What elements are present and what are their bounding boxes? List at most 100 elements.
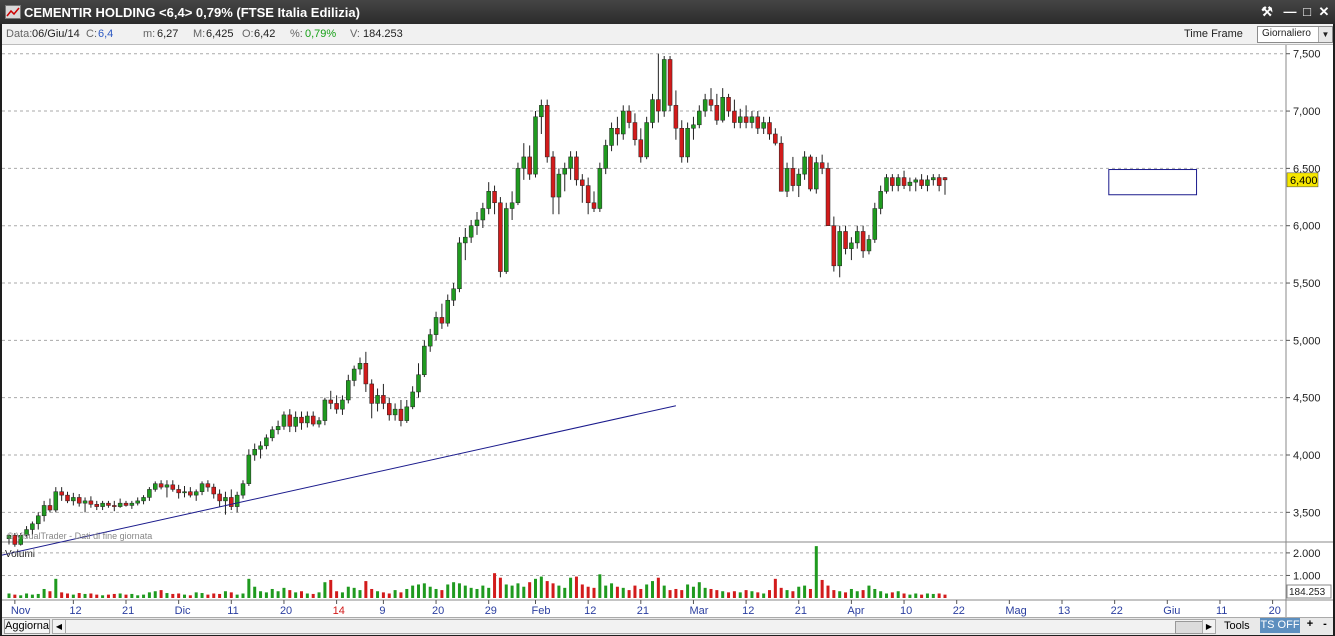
price-volume-chart[interactable]: 3,5004,0004,5005,0005,5006,0006,5007,000… xyxy=(2,45,1333,619)
window-title: CEMENTIR HOLDING <6,4> 0,79% (FTSE Itali… xyxy=(24,5,360,20)
candle-body xyxy=(574,156,579,181)
candle-body xyxy=(814,162,819,190)
volume-bar xyxy=(241,593,245,598)
candle-body xyxy=(404,406,410,421)
candle-body xyxy=(193,491,199,496)
candle-body xyxy=(726,97,731,112)
candle-body xyxy=(872,208,878,240)
candle-body xyxy=(322,399,328,421)
time-tick-label: 10 xyxy=(900,605,912,617)
candle-body xyxy=(527,156,532,175)
volume-bar xyxy=(914,593,918,598)
volume-bar xyxy=(112,593,116,598)
scroll-right-icon[interactable]: ▶ xyxy=(1202,620,1215,633)
volume-bar xyxy=(797,586,801,598)
candle-body xyxy=(381,395,386,404)
candle-body xyxy=(182,491,187,494)
volume-bar xyxy=(814,546,818,598)
volume-bar xyxy=(399,592,403,598)
candle-body xyxy=(521,156,527,169)
volume-bar xyxy=(335,591,339,598)
volume-bar xyxy=(645,584,649,598)
volume-bar xyxy=(931,593,935,598)
volume-bar xyxy=(703,587,707,598)
time-tick-label: Giu xyxy=(1163,605,1180,617)
time-tick-label: 20 xyxy=(432,605,444,617)
time-tick-label: 21 xyxy=(637,605,649,617)
volume-bar xyxy=(30,594,34,598)
volume-bar xyxy=(194,592,198,598)
scroll-left-icon[interactable]: ◀ xyxy=(53,620,66,633)
volume-tick-label: 2.000 xyxy=(1293,548,1321,560)
time-tick-label: 29 xyxy=(485,605,497,617)
candle-body xyxy=(568,156,573,169)
volume-bar xyxy=(902,593,906,598)
close-icon[interactable]: ✕ xyxy=(1316,4,1332,20)
volume-bar xyxy=(697,582,701,598)
volume-bar xyxy=(674,588,678,598)
candle-body xyxy=(626,110,632,123)
volume-bar xyxy=(668,590,672,598)
volume-bar xyxy=(469,587,473,598)
price-tick-label: 4,500 xyxy=(1293,393,1321,405)
chart-area[interactable]: 3,500 4,000 4,500 5,000 5,500 6,000 6,500 7,000… xyxy=(2,45,1333,619)
candle-body xyxy=(445,299,450,324)
volume-bar xyxy=(42,588,46,598)
candle-body xyxy=(656,99,661,112)
volume-bar xyxy=(539,576,543,598)
time-tick-label: 14 xyxy=(333,605,345,617)
tools-button[interactable]: Tools xyxy=(1224,620,1250,632)
candle-body xyxy=(621,110,626,135)
candle-body xyxy=(714,105,720,121)
volume-tick-label: 1.000 xyxy=(1293,570,1321,582)
candle-body xyxy=(240,483,246,496)
scroll-thumb[interactable] xyxy=(1175,621,1203,634)
volume-bar xyxy=(721,591,725,598)
zoom-out-button[interactable]: - xyxy=(1319,618,1331,630)
volume-bar xyxy=(188,595,192,598)
volume-bar xyxy=(142,594,146,598)
horizontal-scrollbar[interactable]: ◀ ▶ xyxy=(52,619,1216,634)
candle-body xyxy=(591,202,597,209)
volume-bar xyxy=(463,585,467,598)
chevron-down-icon[interactable]: ▼ xyxy=(1318,27,1332,42)
candle-body xyxy=(392,408,398,416)
date-label: Data: xyxy=(6,28,33,40)
candle-body xyxy=(123,502,129,506)
candle-body xyxy=(398,408,404,421)
volume-bar xyxy=(235,594,239,598)
volume-bar xyxy=(159,590,163,598)
volume-bar xyxy=(346,586,350,598)
candle-body xyxy=(609,128,614,146)
volume-bar xyxy=(276,591,280,598)
candle-body xyxy=(47,505,53,511)
volume-bar xyxy=(311,593,315,598)
volume-bar xyxy=(896,591,900,598)
candle-body xyxy=(732,110,737,123)
candle-body xyxy=(439,317,445,324)
price-grid xyxy=(2,45,1333,619)
candle-body xyxy=(281,414,287,427)
candle-body xyxy=(755,116,761,129)
volume-bar xyxy=(481,585,485,598)
volume-bar xyxy=(387,593,391,598)
volume-bar xyxy=(621,587,625,598)
time-axis: Nov 12 21 Dic 11 20 14 9 20 29 Feb 12 21 Mar 12 21 Apr 10… xyxy=(11,600,1281,617)
price-tick-label: 6,000 xyxy=(1293,221,1321,233)
candle-body xyxy=(94,504,99,507)
maximize-icon[interactable]: □ xyxy=(1299,4,1315,20)
candle-body xyxy=(942,177,948,181)
bottom-bar: Aggiorna ◀ ▶ Tools TS OFF + - xyxy=(2,617,1333,635)
volume-bar xyxy=(323,582,327,598)
candle-body xyxy=(685,128,690,158)
zoom-in-button[interactable]: + xyxy=(1304,618,1316,630)
candle-body xyxy=(808,156,813,190)
ts-off-button[interactable]: TS OFF xyxy=(1260,618,1300,633)
time-tick-label: 12 xyxy=(584,605,596,617)
settings-icon[interactable]: ⚒ xyxy=(1259,4,1275,20)
candle-body xyxy=(644,122,649,158)
timeframe-select[interactable]: Giornaliero ▼ xyxy=(1257,26,1333,43)
minimize-icon[interactable]: — xyxy=(1282,4,1298,20)
aggiorna-button[interactable]: Aggiorna xyxy=(4,619,50,634)
volume-bar xyxy=(885,593,888,598)
